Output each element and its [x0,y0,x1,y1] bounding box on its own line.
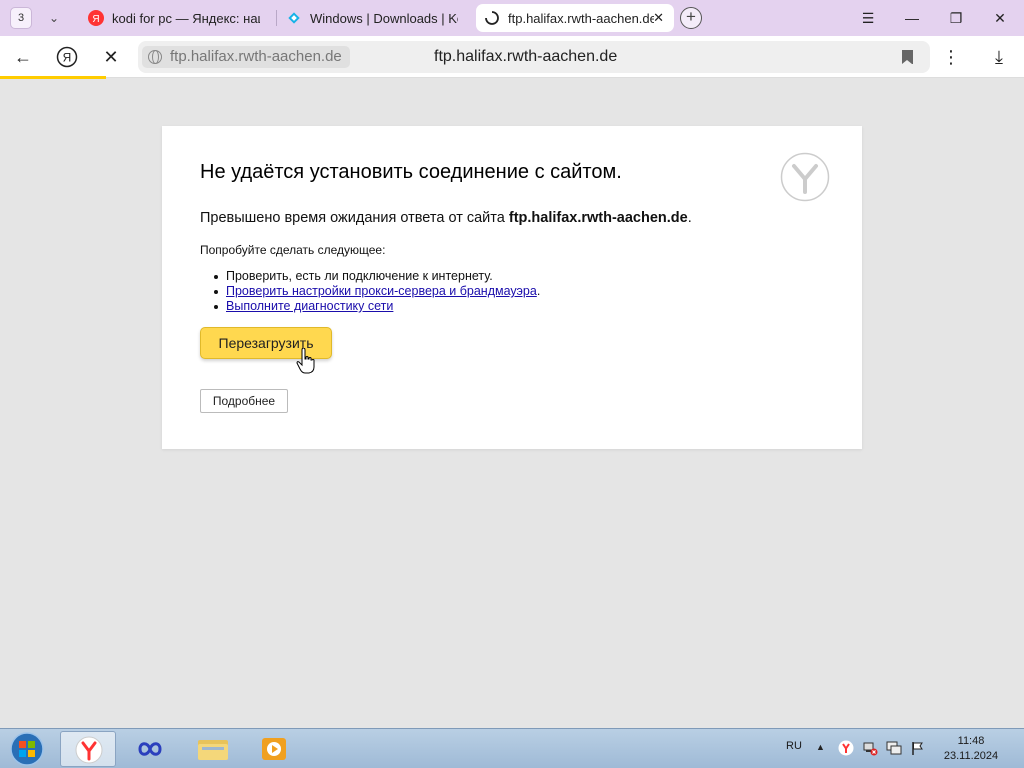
address-host-text: ftp.halifax.rwth-aachen.de [170,48,342,65]
chevron-down-icon: ⌄ [48,11,60,25]
action-center-flag-icon[interactable] [910,740,926,756]
more-options-button[interactable]: ⋮ [938,45,964,69]
folder-icon [198,740,228,760]
globe-icon [148,50,162,64]
tab-label: Windows | Downloads | Kodi [310,10,458,26]
close-icon: ✕ [994,10,1006,26]
suggestions-list: Проверить, есть ли подключение к интерне… [213,269,541,314]
close-tab-icon[interactable]: ✕ [653,10,664,26]
kodi-favicon-icon [288,12,300,24]
tab-label: ftp.halifax.rwth-aachen.de [508,10,654,26]
page-content: Не удаётся установить соединение с сайто… [0,79,1024,728]
bookmark-icon[interactable] [902,50,913,64]
browser-menu-button[interactable]: ☰ [854,6,882,30]
minimize-icon: — [905,10,919,26]
tab-ftp-halifax[interactable]: ftp.halifax.rwth-aachen.de ✕ [476,4,674,32]
error-host: ftp.halifax.rwth-aachen.de [508,210,688,226]
hamburger-icon: ☰ [861,10,875,26]
tab-strip: 3 ⌄ Я kodi for pc — Яндекс: нашлось Wind… [0,0,1024,36]
input-language-indicator[interactable]: RU [786,740,802,752]
svg-text:Я: Я [92,14,99,25]
download-icon: ⤓ [995,47,1003,67]
taskbar-app-infinity[interactable] [122,731,178,767]
svg-text:Я: Я [63,51,72,65]
plus-icon: + [686,7,696,26]
address-url-text: ftp.halifax.rwth-aachen.de [434,48,618,65]
media-player-icon [262,738,286,760]
display-icon[interactable] [886,740,902,756]
yandex-logo-icon: Я [56,46,78,68]
taskbar-media-player[interactable] [246,731,302,767]
taskbar-yandex-browser[interactable] [60,731,116,767]
close-window-button[interactable]: ✕ [986,6,1014,30]
error-subtitle-text: Превышено время ожидания ответа от сайта [200,210,509,226]
suggestion-suffix: . [536,284,541,298]
details-button[interactable]: Подробнее [200,389,288,413]
windows-taskbar: RU ▲ 11:48 23.11.2024 [0,728,1024,768]
restore-button[interactable]: ❐ [942,6,970,30]
chevron-up-icon: ▲ [816,742,825,752]
error-title: Не удаётся установить соединение с сайто… [200,161,622,183]
yandex-browser-app-icon [75,736,103,764]
loading-spinner-icon [485,11,499,25]
tab-yandex-search[interactable]: Я kodi for pc — Яндекс: нашлось [80,4,268,32]
start-button[interactable] [2,731,54,767]
yandex-browser-logo-icon [780,152,830,202]
address-bar[interactable]: ftp.halifax.rwth-aachen.de ftp.halifax.r… [138,41,930,73]
error-card: Не удаётся установить соединение с сайто… [162,126,862,449]
tab-label: kodi for pc — Яндекс: нашлось [112,10,260,26]
yandex-favicon-icon: Я [88,10,104,26]
taskbar-file-explorer[interactable] [184,731,240,767]
suggestion-text: Проверить, есть ли подключение к интерне… [226,269,493,283]
infinity-app-icon [138,742,162,756]
address-host-chip[interactable]: ftp.halifax.rwth-aachen.de [142,46,350,68]
yandex-home-button[interactable]: Я [54,45,80,69]
close-icon: ✕ [103,47,119,67]
browser-toolbar: ← Я ✕ ftp.halifax.rwth-aachen.de ftp.hal… [0,36,1024,78]
clock-time: 11:48 [957,735,985,747]
restore-icon: ❐ [949,10,963,26]
try-label: Попробуйте сделать следующее: [200,243,386,257]
hand-cursor-icon [296,348,315,374]
tab-divider [276,10,277,26]
taskbar-clock[interactable]: 11:48 23.11.2024 [936,734,1006,764]
minimize-button[interactable]: — [898,6,926,30]
tab-kodi-downloads[interactable]: Windows | Downloads | Kodi [278,4,466,32]
network-diagnostics-link[interactable]: Выполните диагностику сети [226,299,393,313]
tab-list-menu-button[interactable]: ⌄ [40,7,68,29]
show-hidden-icons-button[interactable]: ▲ [816,742,825,752]
network-disconnected-icon[interactable] [862,740,878,756]
back-button[interactable]: ← [10,45,36,69]
downloads-button[interactable]: ⤓ [986,45,1012,69]
new-tab-button[interactable]: + [680,7,702,29]
arrow-left-icon: ← [14,47,32,67]
stop-loading-button[interactable]: ✕ [98,45,124,69]
vertical-dots-icon: ⋮ [942,47,960,67]
error-subtitle-suffix: . [687,210,692,226]
suggestion-check-connection: Проверить, есть ли подключение к интерне… [213,269,540,284]
proxy-settings-link[interactable]: Проверить настройки прокси-сервера и бра… [226,284,537,298]
tab-count-badge[interactable]: 3 [10,7,32,29]
clock-date: 23.11.2024 [943,750,999,762]
suggestion-network-diagnostics: Выполните диагностику сети [213,299,540,314]
suggestion-proxy-settings: Проверить настройки прокси-сервера и бра… [213,284,541,299]
yandex-tray-icon[interactable] [838,740,854,756]
error-subtitle: Превышено время ожидания ответа от сайта… [200,210,692,226]
